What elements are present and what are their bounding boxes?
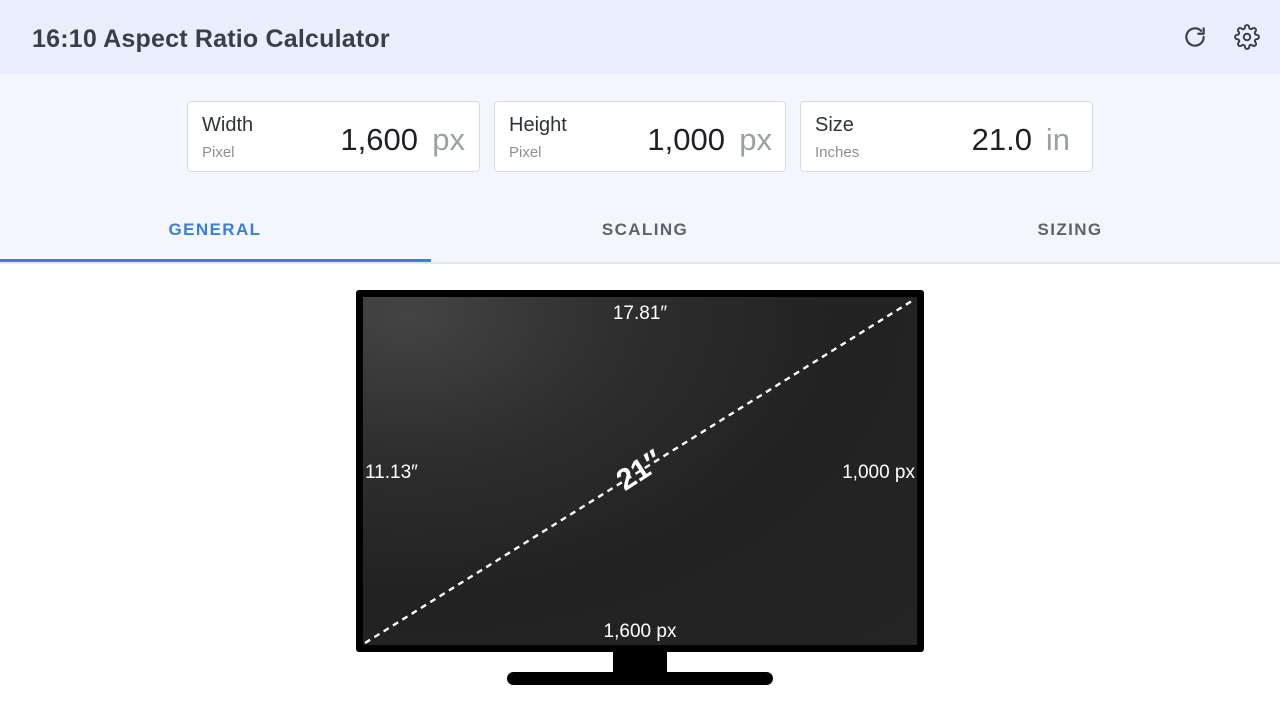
height-field[interactable]: Height Pixel 1,000 px (494, 101, 786, 172)
width-label: Width (202, 114, 254, 136)
inputs-panel: Width Pixel 1,600 px Height Pixel 1,000 … (0, 74, 1280, 264)
size-field[interactable]: Size Inches 21.0 in (800, 101, 1093, 172)
refresh-button[interactable] (1180, 22, 1210, 52)
gear-icon (1234, 24, 1260, 50)
size-unit: in (1045, 122, 1070, 157)
width-sublabel: Pixel (202, 144, 235, 161)
tab-general[interactable]: GENERAL (0, 220, 430, 260)
height-value[interactable]: 1,000 (647, 122, 725, 158)
tab-bar: GENERAL SCALING SIZING (0, 200, 1280, 263)
settings-button[interactable] (1232, 22, 1262, 52)
width-value[interactable]: 1,600 (340, 122, 418, 158)
height-px-label: 1,000 px (842, 462, 915, 483)
height-sublabel: Pixel (509, 144, 542, 161)
refresh-icon (1185, 27, 1205, 47)
width-px-label: 1,600 px (603, 621, 677, 642)
app-root: 16:10 Aspect Ratio Calculator Width Pixe… (0, 0, 1280, 720)
app-header: 16:10 Aspect Ratio Calculator (0, 0, 1280, 74)
width-field[interactable]: Width Pixel 1,600 px (187, 101, 480, 172)
size-label: Size (815, 114, 854, 136)
monitor-screen: 17.81″ 11.13″ 1,000 px 1,600 px 21″ (363, 297, 917, 645)
tabs-divider (0, 262, 1280, 264)
tab-sizing[interactable]: SIZING (860, 220, 1280, 260)
size-sublabel: Inches (815, 144, 860, 161)
width-unit: px (432, 122, 465, 157)
tab-scaling[interactable]: SCALING (430, 220, 860, 260)
width-inches-label: 17.81″ (612, 303, 668, 324)
size-value[interactable]: 21.0 (972, 122, 1032, 158)
height-inches-label: 11.13″ (365, 462, 418, 483)
app-title: 16:10 Aspect Ratio Calculator (32, 25, 390, 53)
monitor-stand-base (507, 672, 773, 685)
height-label: Height (509, 114, 567, 136)
height-unit: px (739, 122, 772, 157)
